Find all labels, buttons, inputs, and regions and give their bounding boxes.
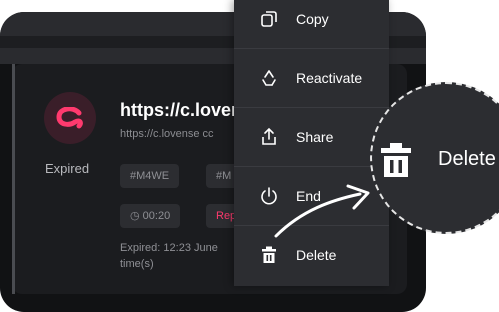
zoom-delete-label: Delete: [438, 148, 496, 170]
tag-chip: #M4WE: [120, 164, 180, 188]
menu-item-copy[interactable]: Copy: [234, 0, 389, 48]
timer-chip: ◷ 00:20: [120, 204, 181, 228]
menu-item-reactivate[interactable]: Reactivate: [234, 49, 389, 107]
status-label: Expired: [45, 161, 90, 176]
share-icon: [258, 126, 280, 148]
clock-icon: ◷: [130, 210, 143, 222]
expired-info: Expired: 12:23 June time(s): [120, 242, 218, 270]
context-menu: Copy Reactivate Share End Delete: [234, 0, 389, 286]
copy-icon: [258, 8, 280, 30]
timer-value: 00:20: [142, 210, 171, 222]
link-url-title: https://c.loven: [120, 100, 243, 120]
trash-icon: [258, 244, 280, 266]
menu-label-share: Share: [296, 129, 334, 145]
lovense-logo-icon: [44, 92, 96, 144]
trash-icon: [381, 143, 411, 177]
menu-label-delete: Delete: [296, 247, 337, 263]
card-accent: [12, 64, 15, 294]
menu-item-share[interactable]: Share: [234, 108, 389, 166]
menu-label-reactivate: Reactivate: [296, 70, 363, 86]
link-url-subtitle: https://c.lovense cc: [120, 128, 214, 140]
recycle-icon: [258, 67, 280, 89]
menu-label-copy: Copy: [296, 11, 329, 27]
pointer-arrow-icon: [274, 184, 370, 238]
